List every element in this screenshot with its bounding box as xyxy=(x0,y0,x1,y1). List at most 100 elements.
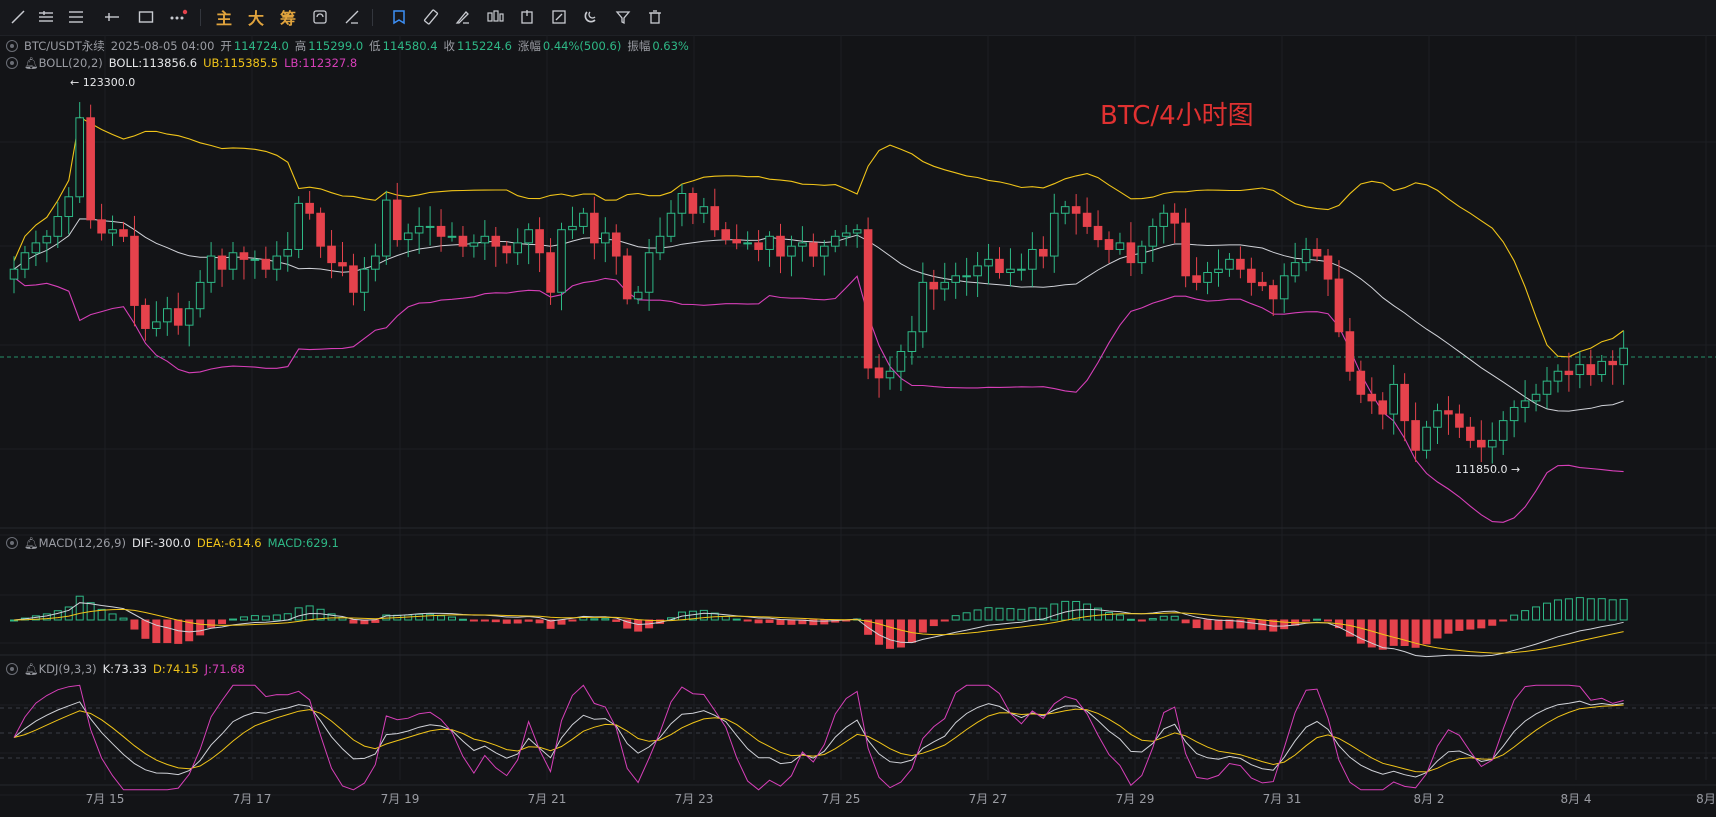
candle-up xyxy=(699,206,709,214)
boll-legend: 🔔︎ BOLL(20,2) BOLL:113856.6 UB:115385.5 … xyxy=(6,56,357,70)
price-chart-canvas[interactable] xyxy=(0,35,1716,817)
macd-bar xyxy=(1521,610,1530,621)
macd-bar xyxy=(174,619,183,644)
close-label: 收 xyxy=(443,39,456,53)
candle-down xyxy=(217,255,227,270)
trend-line-icon[interactable] xyxy=(6,5,30,29)
chips-button[interactable]: 筹 xyxy=(276,5,300,29)
macd-bar xyxy=(535,619,544,624)
macd-bar xyxy=(415,613,424,621)
macd-bar xyxy=(502,619,511,624)
candle-up xyxy=(1225,258,1234,270)
macd-bar xyxy=(1499,619,1508,622)
macd-bar xyxy=(776,619,785,625)
macd-bar xyxy=(108,613,117,621)
candle-up xyxy=(557,229,566,293)
macd-bar xyxy=(1389,619,1398,646)
candle-down xyxy=(130,235,139,306)
macd-bar xyxy=(1083,603,1092,621)
chart-title: BTC/4小时图 xyxy=(1100,101,1254,131)
candle-down xyxy=(261,258,271,270)
more-icon[interactable] xyxy=(166,5,190,29)
macd-bar xyxy=(1017,608,1026,621)
ray-icon[interactable] xyxy=(100,5,124,29)
macd-bar xyxy=(491,619,500,623)
macd-bar xyxy=(1477,619,1486,629)
bell-icon[interactable]: 🔔︎ xyxy=(24,536,39,550)
eye-icon[interactable] xyxy=(6,57,18,69)
macd-bar xyxy=(557,619,566,625)
main-indicator-button[interactable]: 主 xyxy=(212,5,236,29)
candles-icon[interactable] xyxy=(483,5,507,29)
candle-down xyxy=(732,239,742,244)
candle-up xyxy=(1422,426,1431,451)
time-axis-label: 8月 4 xyxy=(1560,792,1592,806)
candle-down xyxy=(1586,364,1596,376)
candle-down xyxy=(86,117,95,221)
export-icon[interactable] xyxy=(515,5,539,29)
macd-bar xyxy=(886,619,894,649)
candle-down xyxy=(776,235,785,257)
amplitude-label: 振幅 xyxy=(627,39,651,53)
macd-bar xyxy=(612,619,621,622)
magnet-icon[interactable] xyxy=(579,5,603,29)
candle-up xyxy=(1049,212,1059,257)
snapshot-icon[interactable] xyxy=(308,5,332,29)
macd-bar xyxy=(1444,619,1453,634)
filter-icon[interactable] xyxy=(611,5,635,29)
kdj-j-value: J:71.68 xyxy=(204,662,245,676)
boll-lb-value: LB:112327.8 xyxy=(284,56,358,70)
measure-icon[interactable] xyxy=(340,5,364,29)
macd-bar xyxy=(349,619,358,624)
bookmark-icon[interactable] xyxy=(387,5,411,29)
macd-bar xyxy=(1553,599,1562,621)
large-order-button[interactable]: 大 xyxy=(244,5,268,29)
candle-down xyxy=(392,199,402,241)
macd-bar xyxy=(743,619,752,622)
candle-up xyxy=(75,117,85,198)
bell-icon[interactable]: 🔔︎ xyxy=(24,662,39,676)
candle-down xyxy=(535,229,544,254)
macd-bar xyxy=(229,618,237,621)
macd-bar xyxy=(984,607,993,621)
time-axis-label: 8月 xyxy=(1696,792,1716,806)
brush-icon[interactable] xyxy=(451,5,475,29)
candle-up xyxy=(9,268,19,280)
macd-bar xyxy=(929,619,938,627)
edit-icon[interactable] xyxy=(547,5,571,29)
trash-icon[interactable] xyxy=(643,5,667,29)
candle-down xyxy=(239,252,249,260)
macd-bar xyxy=(1247,619,1256,630)
macd-bar xyxy=(1400,619,1409,647)
candle-up xyxy=(798,242,807,247)
rectangle-icon[interactable] xyxy=(134,5,158,29)
eye-icon[interactable] xyxy=(6,537,18,549)
eye-icon[interactable] xyxy=(6,40,18,52)
candle-up xyxy=(64,196,74,218)
candle-up xyxy=(382,199,391,257)
macd-bar xyxy=(1466,619,1475,630)
macd-bar xyxy=(130,619,139,630)
ruler-icon[interactable] xyxy=(419,5,443,29)
macd-bar xyxy=(918,619,927,633)
parallel-channel-icon[interactable] xyxy=(64,5,88,29)
horizontal-lines-icon[interactable] xyxy=(34,5,58,29)
macd-bar xyxy=(1214,619,1223,630)
boll-lower-line xyxy=(13,275,1624,523)
candle-up xyxy=(787,245,796,257)
macd-bar xyxy=(1543,602,1551,621)
macd-dea-value: DEA:-614.6 xyxy=(196,536,262,550)
amplitude-value: 0.63% xyxy=(652,39,689,53)
macd-bar xyxy=(196,619,205,636)
macd-bar xyxy=(480,619,489,622)
eye-icon[interactable] xyxy=(6,663,18,675)
candle-up xyxy=(425,225,435,228)
candle-up xyxy=(984,258,993,267)
candle-down xyxy=(688,193,698,214)
candle-up xyxy=(283,248,293,257)
candle-up xyxy=(250,258,260,261)
candle-up xyxy=(830,235,840,247)
bell-icon[interactable]: 🔔︎ xyxy=(24,56,39,70)
macd-legend: 🔔︎ MACD(12,26,9) DIF:-300.0 DEA:-614.6 M… xyxy=(6,536,339,550)
macd-bar xyxy=(962,612,971,621)
